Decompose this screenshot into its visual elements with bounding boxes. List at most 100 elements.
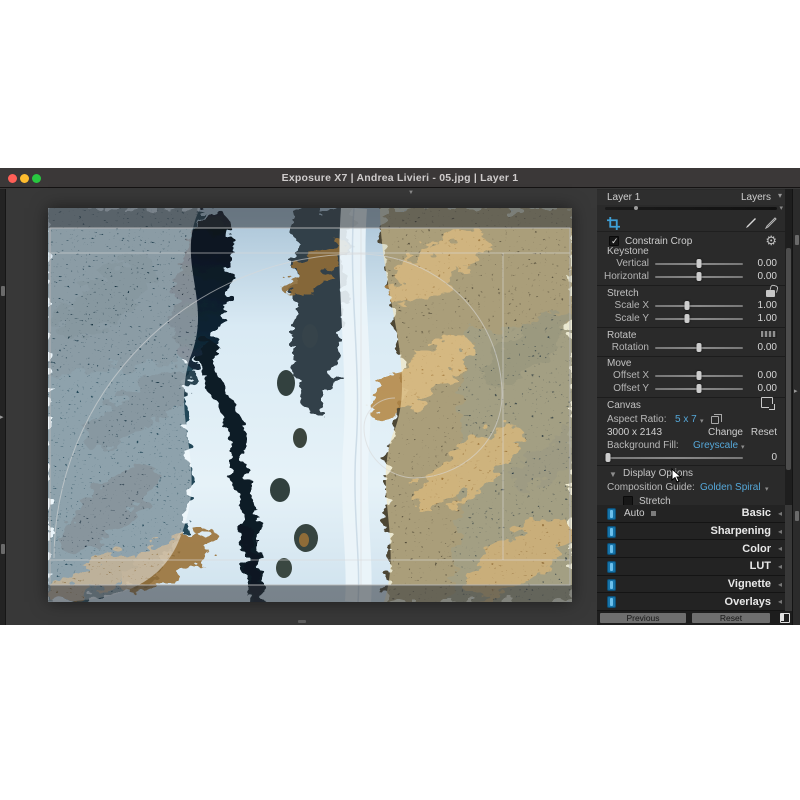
filmstrip-collapse-top-icon[interactable]: ▼	[408, 190, 414, 196]
panel-layout-icon[interactable]	[780, 613, 790, 623]
reset-button[interactable]: Reset	[692, 613, 770, 623]
panel-row-overlays[interactable]: Overlays ◂	[597, 593, 785, 611]
slider-thumb[interactable]	[697, 272, 702, 281]
display-options-collapse-icon[interactable]: ▼	[609, 470, 617, 479]
auto-menu-icon[interactable]	[651, 511, 656, 516]
rotation-slider[interactable]	[655, 347, 743, 349]
crop-dim-top	[48, 208, 572, 228]
sharpening-enable-toggle[interactable]	[607, 526, 616, 538]
fill-amount-slider[interactable]	[607, 457, 743, 459]
brush-edit-icon[interactable]	[765, 217, 777, 229]
panel-label: LUT	[750, 558, 771, 575]
scale-x-slider-row: Scale X 1.00	[597, 299, 785, 312]
offset-x-slider-row: Offset X 0.00	[597, 369, 785, 382]
constrain-crop-checkbox[interactable]	[609, 236, 619, 246]
footer-bar: Previous Reset ▾	[597, 611, 800, 625]
slider-thumb[interactable]	[697, 384, 702, 393]
right-panel-expand-icon[interactable]: ▸	[794, 387, 798, 395]
panel-label: Overlays	[725, 593, 771, 610]
opacity-thumb[interactable]	[634, 206, 638, 210]
layer-opacity-slider[interactable]	[605, 207, 777, 210]
panel-scrollbar[interactable]	[785, 189, 792, 505]
slider-thumb[interactable]	[684, 301, 689, 310]
basic-enable-toggle[interactable]	[607, 508, 616, 520]
slider-value: 0.00	[758, 369, 777, 382]
title-bar: Exposure X7 | Andrea Livieri - 05.jpg | …	[0, 168, 800, 188]
panel-row-vignette[interactable]: Vignette ◂	[597, 576, 785, 594]
opacity-dropdown-icon[interactable]: ▾	[779, 204, 783, 212]
filmstrip-collapse-bottom-handle[interactable]	[298, 620, 306, 623]
expand-left-icon[interactable]: ◂	[778, 562, 782, 571]
expand-left-icon[interactable]: ◂	[778, 580, 782, 589]
offset-y-slider[interactable]	[655, 388, 743, 390]
keystone-horizontal-slider-row: Horizontal 0.00	[597, 270, 785, 283]
slider-value: 0	[771, 451, 777, 464]
expand-left-icon[interactable]: ◂	[778, 509, 782, 518]
panel-row-basic[interactable]: Auto Basic ◂	[597, 505, 785, 523]
color-enable-toggle[interactable]	[607, 543, 616, 555]
scale-x-slider[interactable]	[655, 305, 743, 307]
layers-menu[interactable]: Layers	[741, 190, 771, 205]
overlays-enable-toggle[interactable]	[607, 596, 616, 608]
slider-label: Vertical	[597, 257, 649, 270]
expand-left-icon[interactable]: ◂	[778, 544, 782, 553]
pencil-edit-icon[interactable]	[745, 217, 757, 229]
scale-y-slider[interactable]	[655, 318, 743, 320]
crop-settings-gear-icon[interactable]: ⚙	[765, 235, 777, 247]
left-strip-handle[interactable]	[1, 286, 5, 296]
composition-guide-value[interactable]: Golden Spiral	[700, 481, 761, 494]
horizontal-slider[interactable]	[655, 276, 743, 278]
right-panel-collapsed-strip[interactable]: ▸	[792, 189, 800, 625]
straighten-level-icon[interactable]	[760, 330, 777, 338]
vertical-slider[interactable]	[655, 263, 743, 265]
panel-label: Sharpening	[710, 523, 771, 540]
lut-enable-toggle[interactable]	[607, 561, 616, 573]
slider-thumb[interactable]	[697, 371, 702, 380]
layers-header[interactable]: Layer 1 Layers ▾	[597, 190, 785, 205]
slider-thumb[interactable]	[697, 259, 702, 268]
slider-thumb[interactable]	[697, 343, 702, 352]
right-strip-handle[interactable]	[795, 511, 799, 521]
swap-aspect-icon[interactable]	[711, 416, 719, 424]
display-options-title[interactable]: Display Options	[623, 468, 693, 479]
auto-label[interactable]: Auto	[624, 508, 645, 519]
slider-value: 0.00	[758, 341, 777, 354]
stretch-unlock-icon[interactable]	[766, 290, 775, 297]
right-strip-handle[interactable]	[795, 235, 799, 245]
expand-left-icon[interactable]: ◂	[778, 527, 782, 536]
composition-guide-row: Composition Guide: Golden Spiral ▾	[597, 481, 785, 494]
keystone-vertical-slider-row: Vertical 0.00	[597, 257, 785, 270]
photo-snowy-forest-aerial[interactable]	[48, 208, 572, 602]
offset-x-slider[interactable]	[655, 375, 743, 377]
reset-canvas-button[interactable]: Reset	[751, 426, 777, 439]
image-canvas[interactable]: ▼	[7, 189, 595, 625]
vignette-enable-toggle[interactable]	[607, 579, 616, 591]
slider-thumb[interactable]	[606, 453, 611, 462]
canvas-dimensions: 3000 x 2143	[607, 426, 662, 439]
left-panel-expand-icon[interactable]: ▸	[0, 413, 4, 421]
canvas-size-icon[interactable]	[761, 397, 773, 408]
panel-label: Color	[742, 540, 771, 557]
previous-button[interactable]: Previous	[600, 613, 686, 623]
crop-tool-icon[interactable]	[607, 217, 620, 230]
slider-value: 0.00	[758, 257, 777, 270]
expand-left-icon[interactable]: ◂	[778, 597, 782, 606]
slider-value: 0.00	[758, 382, 777, 395]
layer-name: Layer 1	[607, 190, 640, 205]
change-button[interactable]: Change	[708, 426, 743, 439]
keystone-section-title: Keystone	[607, 246, 649, 257]
left-strip-handle[interactable]	[1, 544, 5, 554]
slider-value: 1.00	[758, 312, 777, 325]
panel-row-lut[interactable]: LUT ◂	[597, 558, 785, 576]
aspect-ratio-row: Aspect Ratio: 5 x 7 ▾	[597, 413, 785, 426]
slider-thumb[interactable]	[684, 314, 689, 323]
panel-row-sharpening[interactable]: Sharpening ◂	[597, 523, 785, 541]
panel-row-color[interactable]: Color ◂	[597, 540, 785, 558]
offset-y-slider-row: Offset Y 0.00	[597, 382, 785, 395]
aspect-ratio-value[interactable]: 5 x 7	[675, 413, 697, 426]
left-panel-collapsed-strip[interactable]: ▸	[0, 189, 6, 625]
crop-toolbar	[597, 214, 785, 232]
layers-menu-arrow-icon[interactable]: ▾	[778, 191, 782, 200]
panel-scrollbar-thumb[interactable]	[786, 248, 791, 470]
scale-y-slider-row: Scale Y 1.00	[597, 312, 785, 325]
